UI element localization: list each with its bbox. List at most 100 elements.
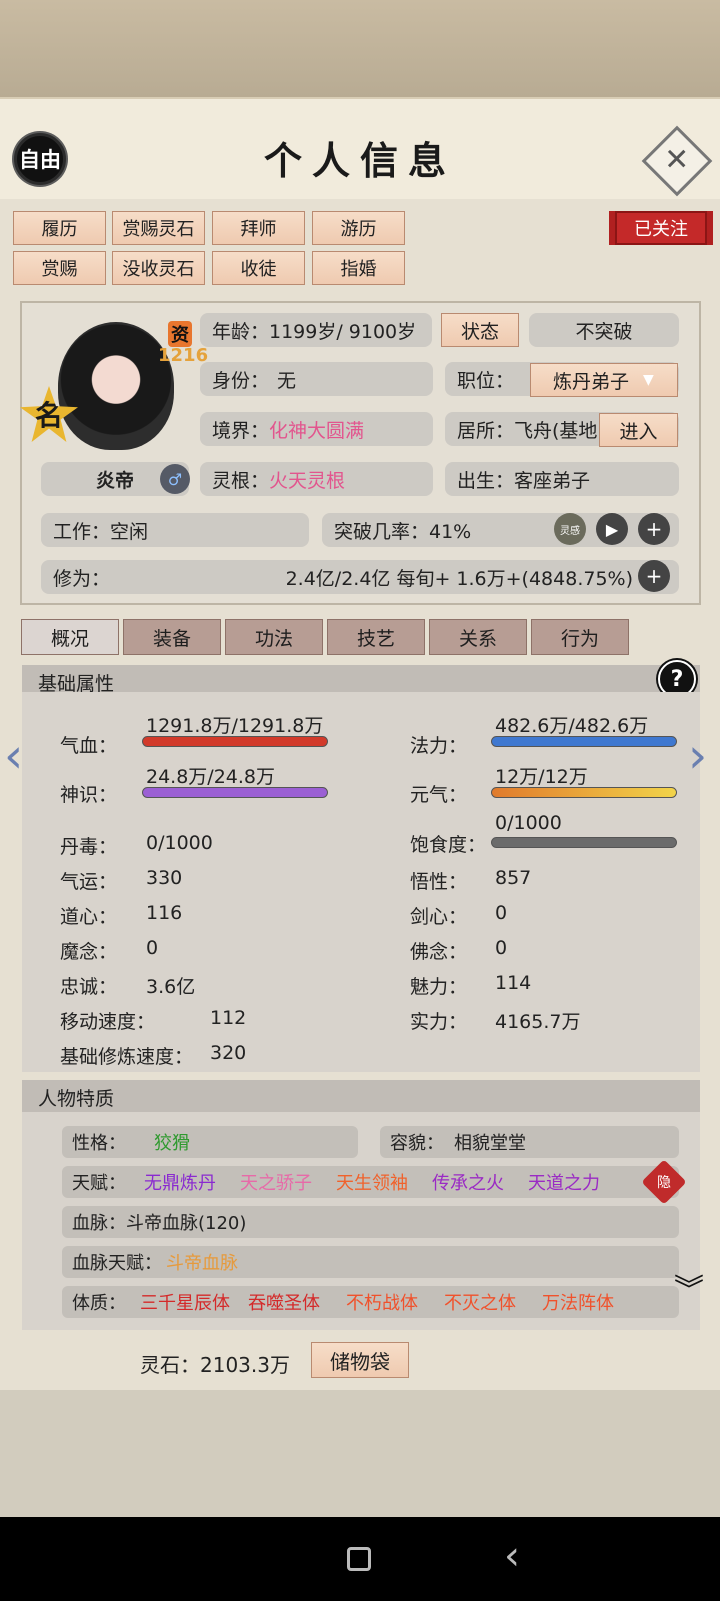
tab-behavior[interactable]: 行为 [531,619,629,655]
spirit-root-field: 灵根： 火天灵根 [200,462,433,496]
prev-arrow-icon[interactable]: ‹ [4,732,23,780]
personality-value: 狡猾 [154,1133,190,1154]
attr-value: 0 [495,937,508,959]
attr-value: 114 [495,972,532,994]
confiscate-stones-button[interactable]: 没收灵石 [112,251,205,285]
status-button[interactable]: 状态 [441,313,519,347]
attr-label: 魅力： [410,976,468,998]
realm-value: 化神大圆满 [269,419,365,442]
identity-label: 身份： [212,369,270,392]
attr-value: 116 [146,902,183,924]
followed-badge[interactable]: 已关注 [615,211,707,245]
yuanqi-bar [491,787,677,798]
inspiration-icon[interactable]: 灵感 [554,513,586,545]
yuanqi-label: 元气： [410,784,468,806]
fali-value: 482.6万/482.6万 [495,715,649,737]
attr-label: 佛念： [410,941,468,963]
attr-value: 3.6亿 [146,976,196,998]
reward-stones-button[interactable]: 赏赐灵石 [112,211,205,245]
spirit-root-value: 火天灵根 [269,469,346,492]
apprentice-button[interactable]: 拜师 [212,211,305,245]
tab-relations[interactable]: 关系 [429,619,527,655]
travel-button[interactable]: 游历 [312,211,405,245]
storage-bag-button[interactable]: 储物袋 [311,1342,409,1378]
position-dropdown[interactable]: 炼丹弟子 ▼ [530,363,678,397]
take-disciple-button[interactable]: 收徒 [212,251,305,285]
attr-label: 道心： [60,906,118,928]
attr-label: 移动速度： [60,1011,156,1033]
close-icon: ✕ [664,142,690,178]
next-arrow-icon[interactable]: › [688,732,707,780]
satiety-bar [491,837,677,848]
physique-item[interactable]: 不朽战体 [346,1289,418,1315]
age-field: 年龄：1199岁/ 9100岁 [200,313,432,347]
talent-label: 天赋： [72,1173,126,1194]
aptitude-badge: 资 [168,321,192,347]
position-value: 炼丹弟子 [553,370,630,393]
character-avatar[interactable] [58,322,174,450]
tab-equipment[interactable]: 装备 [123,619,221,655]
attr-label: 剑心： [410,906,468,928]
dropdown-arrow-icon: ▼ [643,372,654,388]
attr-value: 857 [495,867,532,889]
attr-label: 气运： [60,871,118,893]
history-button[interactable]: 履历 [13,211,106,245]
shenshi-bar [142,787,328,798]
add-icon[interactable]: + [638,513,670,545]
page-title: 个人信息 [263,138,456,183]
expand-down-icon[interactable]: ︾ [674,1276,704,1306]
satiety-value: 0/1000 [495,812,562,834]
top-banner [0,0,720,97]
physique-label: 体质： [72,1293,126,1314]
bottom-area [0,1390,720,1517]
realm-label: 境界： [212,419,270,442]
attr-value: 4165.7万 [495,1011,581,1033]
play-icon[interactable]: ▶ [596,513,628,545]
tab-overview[interactable]: 概况 [21,619,119,655]
aptitude-value: 1216 [158,345,209,366]
attr-label: 忠诚： [60,976,118,998]
position-label: 职位： [457,369,515,392]
cultivation-value: 2.4亿/2.4亿 每旬+ 1.6万+(4848.75%) [285,567,633,590]
talent-item[interactable]: 无鼎炼丹 [144,1169,216,1195]
realm-field: 境界： 化神大圆满 [200,412,433,446]
attr-value: 330 [146,867,183,889]
birth-field: 出生：客座弟子 [445,462,679,496]
back-icon[interactable]: ‹ [504,1536,520,1576]
bloodline-talent-row: 血脉天赋： 斗帝血脉 [62,1246,679,1278]
cultivation-field: 修为： 2.4亿/2.4亿 每旬+ 1.6万+(4848.75%) [41,560,679,594]
shenshi-label: 神识： [60,784,118,806]
personality-row: 性格： 狡猾 [62,1126,358,1158]
qixue-bar [142,736,328,747]
talent-row: 天赋： 无鼎炼丹 天之骄子 天生领袖 传承之火 天道之力 [62,1166,679,1198]
physique-item[interactable]: 万法阵体 [542,1289,614,1315]
enter-button[interactable]: 进入 [599,413,678,447]
fali-label: 法力： [410,735,468,757]
arrange-marriage-button[interactable]: 指婚 [312,251,405,285]
attr-value: 0 [495,902,508,924]
talent-item[interactable]: 天道之力 [528,1169,600,1195]
tab-skills[interactable]: 功法 [225,619,323,655]
looks-row: 容貌： 相貌堂堂 [380,1126,679,1158]
tab-crafts[interactable]: 技艺 [327,619,425,655]
traits-header: 人物特质 [22,1080,700,1114]
qixue-value: 1291.8万/1291.8万 [146,715,324,737]
talent-item[interactable]: 天之骄子 [240,1169,312,1195]
bloodline-talent-value[interactable]: 斗帝血脉 [166,1249,238,1275]
talent-item[interactable]: 天生领袖 [336,1169,408,1195]
physique-item[interactable]: 不灭之体 [444,1289,516,1315]
identity-field: 身份： 无 [200,362,433,396]
talent-item[interactable]: 传承之火 [432,1169,504,1195]
spirit-root-label: 灵根： [212,469,270,492]
no-breakthrough-toggle[interactable]: 不突破 [529,313,679,347]
home-square-icon[interactable] [347,1547,371,1571]
looks-label: 容貌： [390,1133,444,1154]
physique-item[interactable]: 三千星辰体 [140,1289,230,1315]
hidden-badge-text: 隐 [657,1175,671,1191]
bloodline-talent-label: 血脉天赋： [72,1253,162,1274]
reward-button[interactable]: 赏赐 [13,251,106,285]
physique-item[interactable]: 吞噬圣体 [248,1289,320,1315]
shenshi-value: 24.8万/24.8万 [146,766,276,788]
yuanqi-value: 12万/12万 [495,766,588,788]
cultivation-add-icon[interactable]: + [638,560,670,592]
